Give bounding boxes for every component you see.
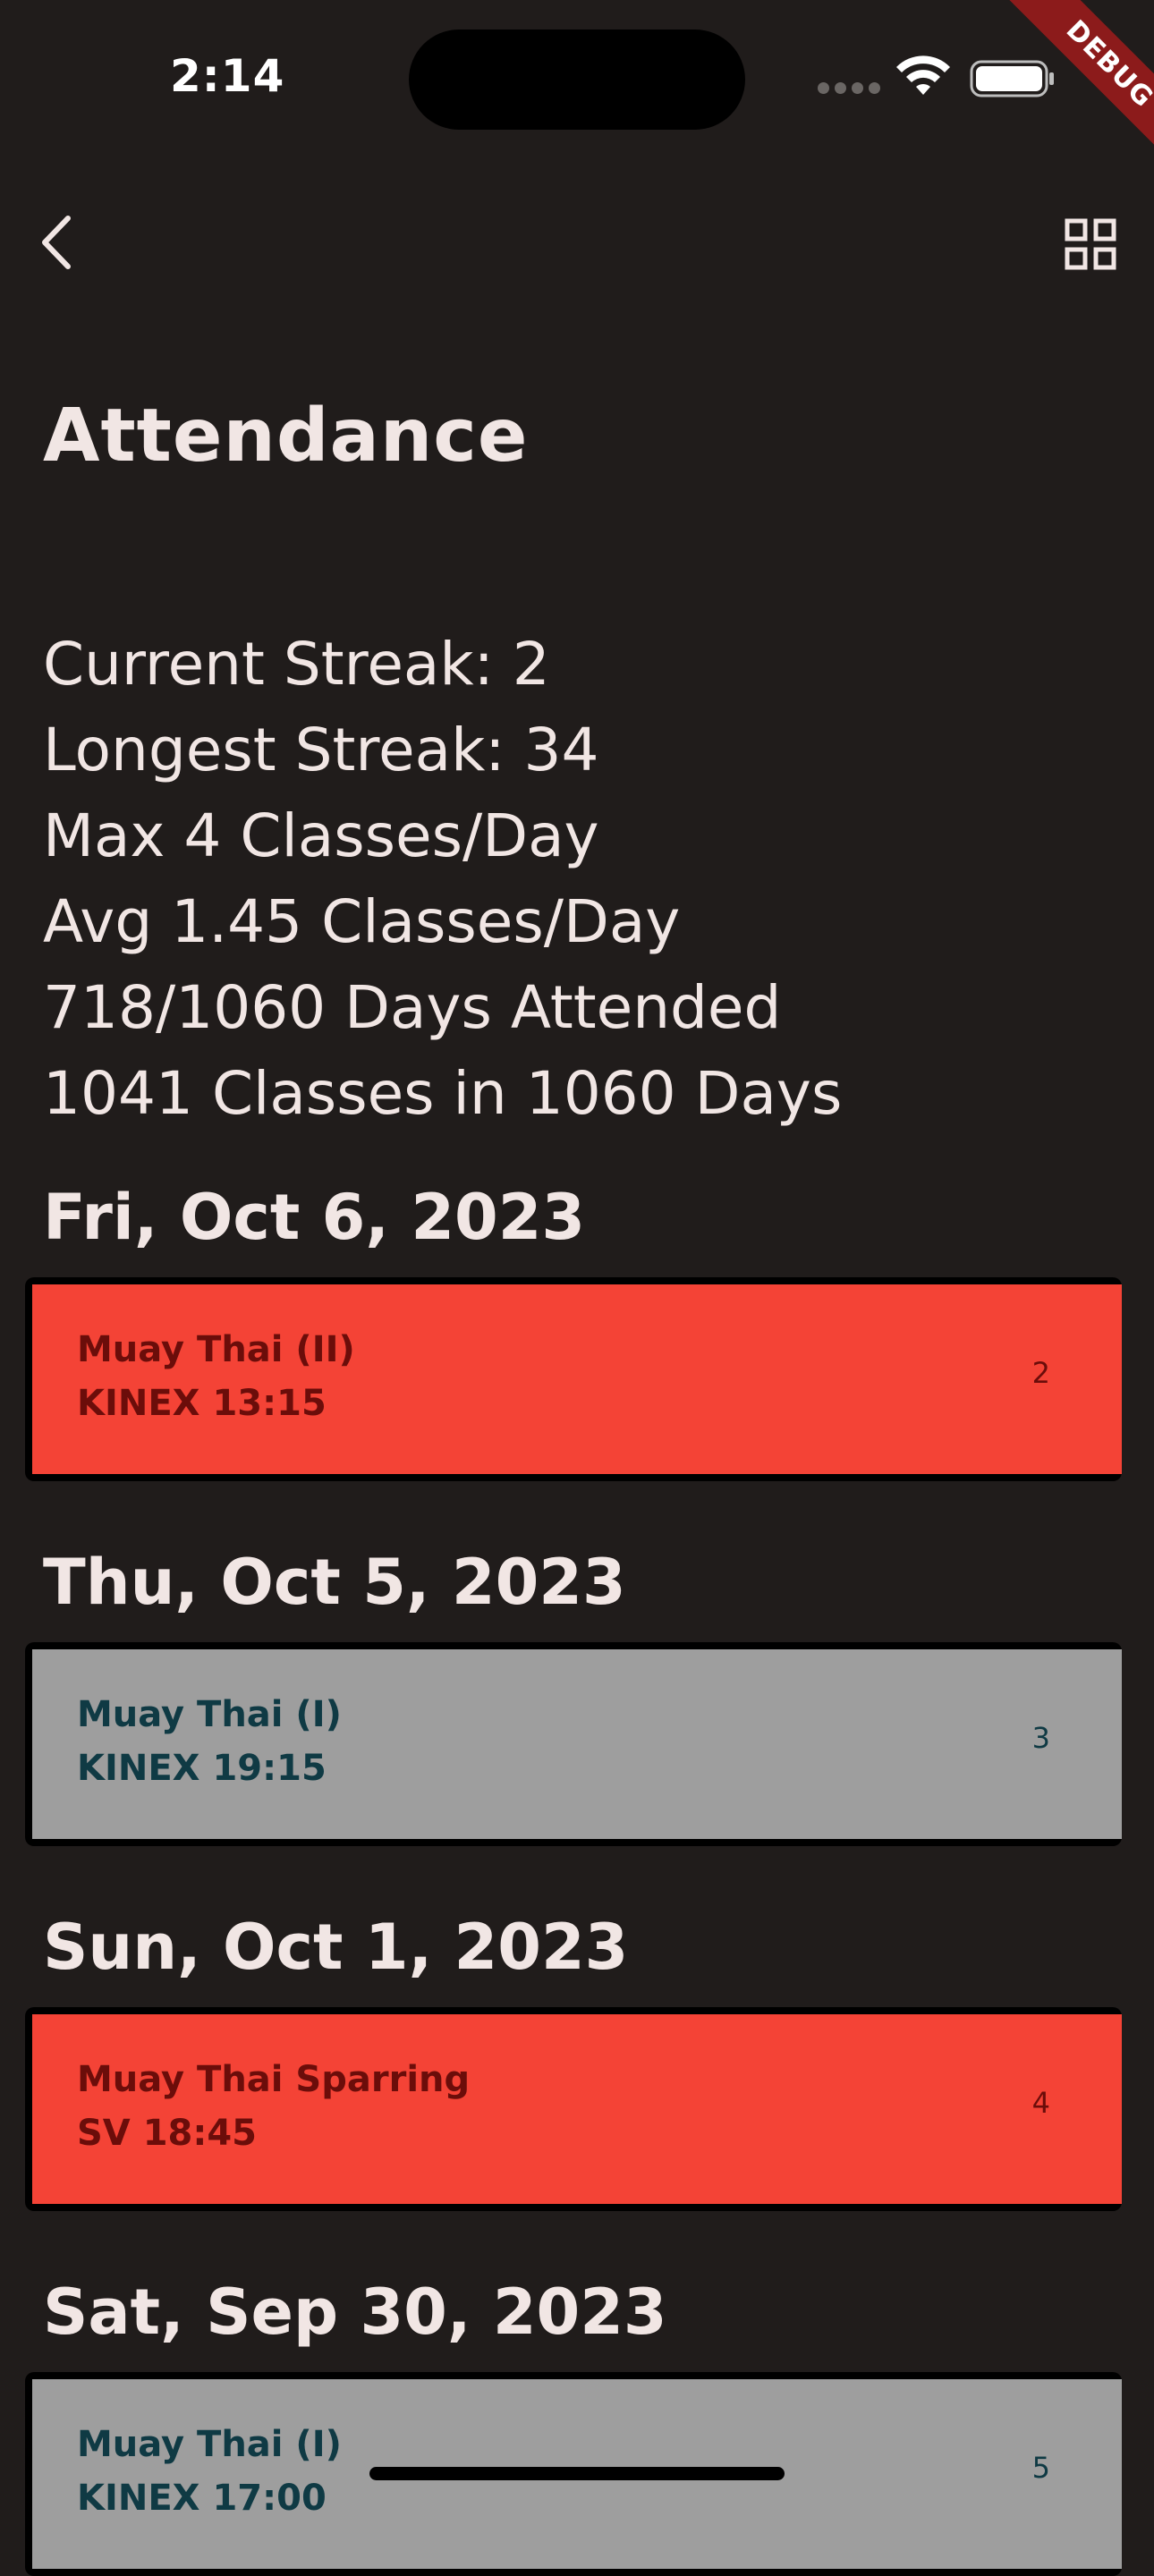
date-heading: Sun, Oct 1, 2023	[43, 1911, 629, 1984]
status-time: 2:14	[170, 50, 285, 102]
cellular-signal-icon	[818, 82, 880, 95]
class-name: Muay Thai Sparring	[77, 2059, 471, 2100]
chevron-left-icon[interactable]	[36, 211, 81, 274]
class-count: 5	[1031, 2451, 1050, 2485]
longest-streak: Longest Streak: 34	[43, 716, 599, 784]
grid-view-icon[interactable]	[1065, 218, 1116, 270]
days-attended: 718/1060 Days Attended	[43, 973, 782, 1042]
status-bar: 2:14 DEBUG	[0, 0, 1154, 161]
debug-label: DEBUG	[997, 0, 1154, 161]
attendance-stats: Current Streak: 2 Longest Streak: 34 Max…	[43, 622, 1116, 1137]
date-heading: Sat, Sep 30, 2023	[43, 2275, 667, 2349]
class-count: 3	[1031, 1721, 1050, 1755]
classes-in-days: 1041 Classes in 1060 Days	[43, 1059, 843, 1128]
class-location-time: KINEX 17:00	[77, 2478, 327, 2519]
dynamic-island	[409, 30, 745, 130]
date-heading: Thu, Oct 5, 2023	[43, 1546, 626, 1619]
page-title: Attendance	[43, 394, 529, 479]
attendance-card[interactable]: Muay Thai (II) KINEX 13:15 2	[25, 1277, 1122, 1481]
attendance-card[interactable]: Muay Thai (I) KINEX 19:15 3	[25, 1642, 1122, 1846]
max-classes-per-day: Max 4 Classes/Day	[43, 801, 599, 870]
attendance-card[interactable]: Muay Thai Sparring SV 18:45 4	[25, 2007, 1122, 2211]
card-face[interactable]: Muay Thai (II) KINEX 13:15 2	[32, 1284, 1122, 1474]
class-name: Muay Thai (I)	[77, 2424, 342, 2465]
home-indicator[interactable]	[369, 2467, 785, 2480]
card-face[interactable]: Muay Thai Sparring SV 18:45 4	[32, 2014, 1122, 2204]
class-count: 4	[1031, 2086, 1050, 2120]
current-streak: Current Streak: 2	[43, 630, 550, 699]
date-heading: Fri, Oct 6, 2023	[43, 1181, 586, 1254]
class-location-time: KINEX 19:15	[77, 1748, 327, 1789]
class-location-time: KINEX 13:15	[77, 1383, 327, 1424]
card-face[interactable]: Muay Thai (I) KINEX 19:15 3	[32, 1649, 1122, 1839]
class-location-time: SV 18:45	[77, 2113, 258, 2154]
class-name: Muay Thai (I)	[77, 1694, 342, 1735]
class-name: Muay Thai (II)	[77, 1329, 355, 1370]
avg-classes-per-day: Avg 1.45 Classes/Day	[43, 887, 681, 956]
class-count: 2	[1031, 1356, 1050, 1390]
wifi-icon	[896, 55, 950, 95]
debug-banner: DEBUG	[993, 0, 1154, 161]
